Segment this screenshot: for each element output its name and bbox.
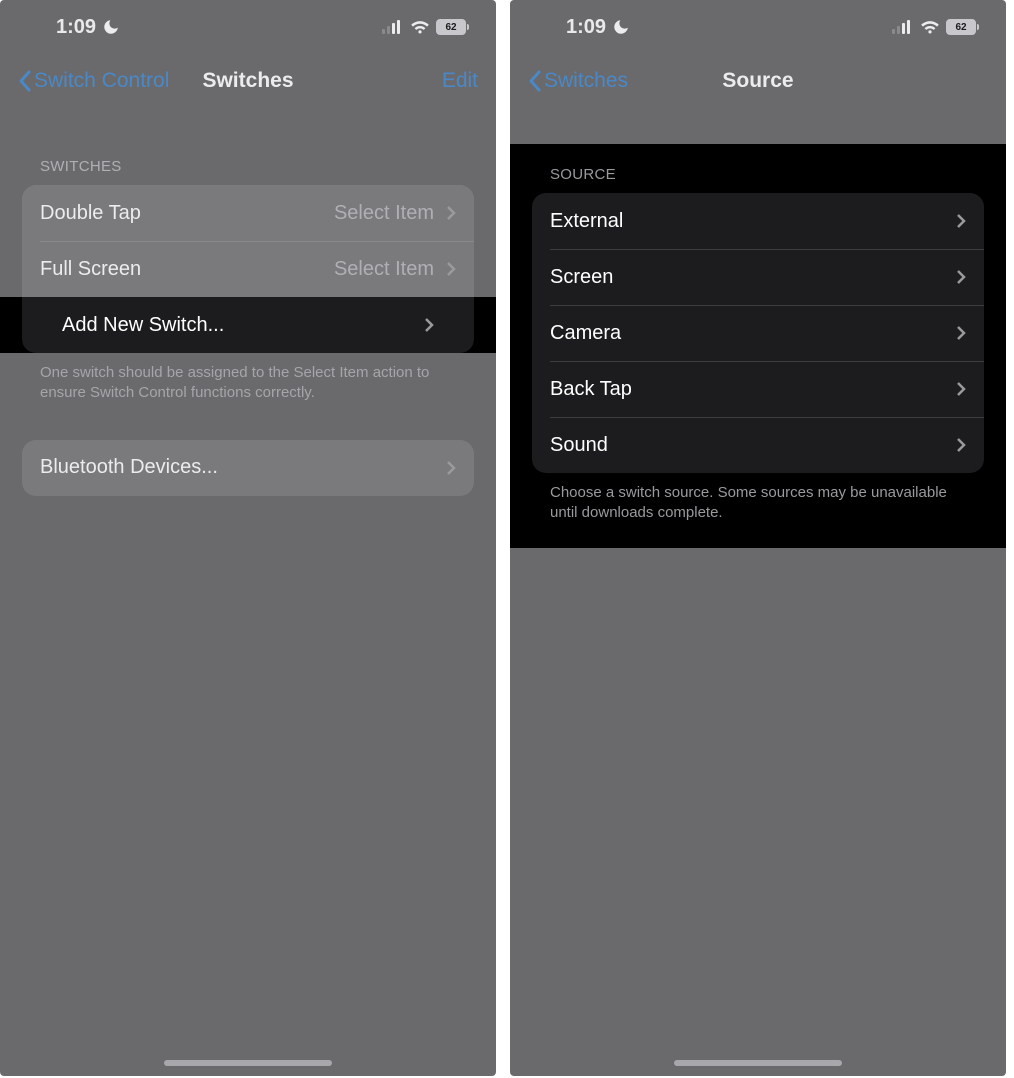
source-row-screen[interactable]: Screen — [532, 249, 984, 305]
chevron-right-icon — [956, 325, 966, 341]
section-header-source: SOURCE — [510, 144, 1006, 193]
chevron-left-icon — [18, 70, 32, 92]
do-not-disturb-icon — [102, 18, 120, 36]
battery-level: 62 — [445, 22, 456, 33]
status-indicators: 62 — [382, 19, 466, 35]
status-indicators: 62 — [892, 19, 976, 35]
chevron-right-icon — [956, 381, 966, 397]
chevron-right-icon — [956, 437, 966, 453]
row-label: Back Tap — [550, 378, 632, 401]
source-region: SOURCE External Screen Camera Back Tap S… — [510, 144, 1006, 548]
row-label: Screen — [550, 266, 613, 289]
add-new-switch-button[interactable]: Add New Switch... — [22, 297, 474, 353]
switch-row-double-tap[interactable]: Double Tap Select Item — [22, 185, 474, 241]
source-row-sound[interactable]: Sound — [532, 417, 984, 473]
battery-level: 62 — [955, 22, 966, 33]
row-label: Double Tap — [40, 202, 141, 225]
row-label: Full Screen — [40, 258, 141, 281]
chevron-right-icon — [446, 205, 456, 221]
bluetooth-group: Bluetooth Devices... — [22, 440, 474, 496]
status-time: 1:09 — [566, 16, 606, 39]
status-bar: 1:09 62 — [0, 0, 496, 54]
chevron-left-icon — [528, 70, 542, 92]
do-not-disturb-icon — [612, 18, 630, 36]
switches-group: Double Tap Select Item Full Screen Selec… — [22, 185, 474, 297]
switch-row-full-screen[interactable]: Full Screen Select Item — [22, 241, 474, 297]
row-label: Add New Switch... — [62, 314, 418, 337]
screenshot-panel-right: 1:09 62 Switches Source SOURCE — [510, 0, 1006, 1076]
back-label: Switch Control — [34, 69, 169, 93]
edit-button[interactable]: Edit — [442, 69, 478, 93]
bluetooth-devices-button[interactable]: Bluetooth Devices... — [22, 440, 474, 496]
chevron-right-icon — [956, 269, 966, 285]
status-time-group: 1:09 — [566, 16, 630, 39]
source-row-camera[interactable]: Camera — [532, 305, 984, 361]
screenshot-panel-left: 1:09 62 Switch Control Switches Edit SWI… — [0, 0, 496, 1076]
source-row-external[interactable]: External — [532, 193, 984, 249]
nav-bar: Switch Control Switches Edit — [0, 54, 496, 108]
back-button[interactable]: Switches — [528, 69, 628, 93]
nav-bar: Switches Source — [510, 54, 1006, 108]
section-header-switches: SWITCHES — [0, 108, 496, 185]
row-label: Sound — [550, 434, 608, 457]
wifi-icon — [920, 20, 940, 34]
row-label: Camera — [550, 322, 621, 345]
source-row-back-tap[interactable]: Back Tap — [532, 361, 984, 417]
chevron-right-icon — [446, 261, 456, 277]
cellular-signal-icon — [892, 20, 914, 34]
source-group: External Screen Camera Back Tap Sound — [532, 193, 984, 473]
highlighted-region: Add New Switch... — [0, 297, 496, 353]
row-label: External — [550, 210, 623, 233]
cellular-signal-icon — [382, 20, 404, 34]
status-time-group: 1:09 — [56, 16, 120, 39]
row-value: Select Item — [334, 202, 440, 225]
battery-icon: 62 — [436, 19, 466, 35]
status-bar: 1:09 62 — [510, 0, 1006, 54]
chevron-right-icon — [446, 460, 456, 476]
row-value: Select Item — [334, 258, 440, 281]
wifi-icon — [410, 20, 430, 34]
chevron-right-icon — [424, 317, 434, 333]
row-label: Bluetooth Devices... — [40, 456, 218, 479]
home-indicator[interactable] — [164, 1060, 332, 1066]
chevron-right-icon — [956, 213, 966, 229]
section-footer: Choose a switch source. Some sources may… — [510, 473, 1006, 524]
battery-icon: 62 — [946, 19, 976, 35]
section-footer: One switch should be assigned to the Sel… — [0, 353, 496, 404]
back-label: Switches — [544, 69, 628, 93]
home-indicator[interactable] — [674, 1060, 842, 1066]
status-time: 1:09 — [56, 16, 96, 39]
back-button[interactable]: Switch Control — [18, 69, 169, 93]
